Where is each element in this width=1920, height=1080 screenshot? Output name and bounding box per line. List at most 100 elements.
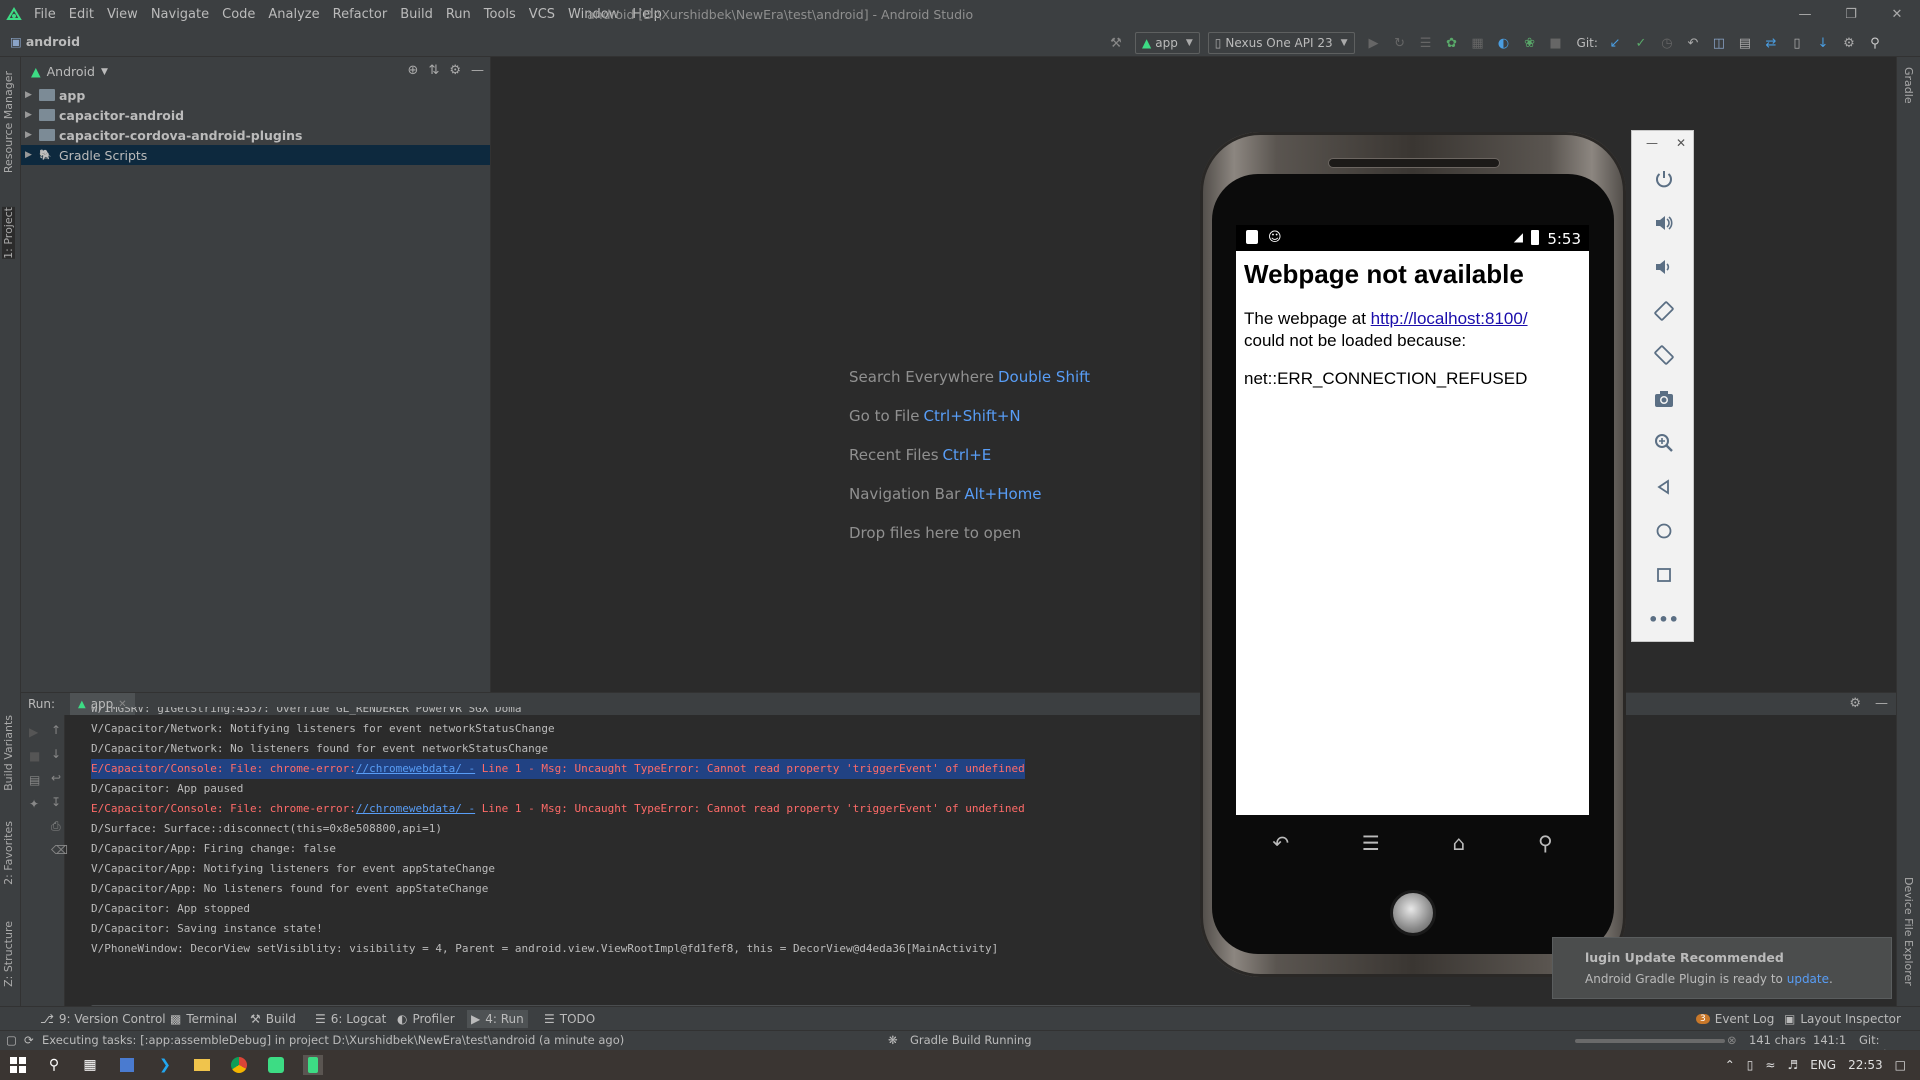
gear-icon[interactable]: ⚙ (449, 63, 461, 78)
close-icon[interactable]: ✕ (1676, 136, 1686, 150)
menu-icon[interactable]: ☰ (1362, 831, 1380, 855)
profile-icon[interactable]: ◐ (1493, 32, 1515, 54)
clock[interactable]: 22:53 (1848, 1058, 1883, 1072)
log-file-link[interactable]: //chromewebdata/ - (356, 802, 475, 815)
git-commit-icon[interactable]: ✓ (1630, 32, 1652, 54)
menu-analyze[interactable]: Analyze (268, 0, 319, 29)
debug-icon[interactable]: ✿ (1441, 32, 1463, 54)
tab-project[interactable]: 1: Project (2, 207, 15, 259)
rotate-left-icon[interactable] (1632, 289, 1695, 333)
menu-view[interactable]: View (107, 0, 138, 29)
menu-tools[interactable]: Tools (484, 0, 516, 29)
settings-icon[interactable]: ⚙ (1838, 32, 1860, 54)
task-view-icon[interactable]: ▦ (80, 1055, 100, 1075)
project-structure-icon[interactable]: ◫ (1708, 32, 1730, 54)
tree-item[interactable]: ▶ 🐘 Gradle Scripts (21, 145, 490, 165)
git-update-icon[interactable]: ↙ (1604, 32, 1626, 54)
print-icon[interactable]: ⎙ (51, 819, 61, 834)
minimize-icon[interactable]: — (1782, 0, 1828, 29)
scroll-to-end-icon[interactable]: ↧ (51, 795, 61, 809)
rerun-icon[interactable]: ▶ (29, 725, 38, 739)
tab-resource-manager[interactable]: Resource Manager (2, 71, 15, 173)
soft-wrap-icon[interactable]: ↩ (51, 771, 61, 785)
hide-icon[interactable]: — (471, 63, 484, 78)
tab-build[interactable]: ⚒ Build (246, 1010, 300, 1028)
emulator-icon[interactable] (303, 1055, 323, 1075)
wifi-icon[interactable]: ≈ (1765, 1058, 1775, 1072)
tree-item[interactable]: ▶ capacitor-cordova-android-plugins (21, 125, 490, 145)
trackball-button[interactable] (1390, 890, 1436, 936)
tab-profiler[interactable]: ◐ Profiler (393, 1010, 459, 1028)
overview-icon[interactable] (1632, 553, 1695, 597)
history-icon[interactable]: ◷ (1656, 32, 1678, 54)
search-icon[interactable]: ⚲ (1538, 831, 1553, 855)
chevron-up-icon[interactable]: ⌃ (1725, 1058, 1735, 1072)
menu-run[interactable]: Run (446, 0, 471, 29)
tab-todo[interactable]: ☰ TODO (540, 1010, 599, 1028)
file-explorer-icon[interactable] (192, 1055, 212, 1075)
search-icon[interactable]: ⚲ (1864, 32, 1886, 54)
cancel-icon[interactable]: ⊗ (1727, 1033, 1737, 1047)
menu-build[interactable]: Build (400, 0, 433, 29)
menu-navigate[interactable]: Navigate (151, 0, 209, 29)
tab-favorites[interactable]: 2: Favorites (2, 821, 15, 885)
minimize-icon[interactable]: — (1646, 136, 1658, 150)
back-icon[interactable] (1632, 465, 1695, 509)
layout-icon[interactable]: ▤ (1734, 32, 1756, 54)
webview-error-page[interactable]: Webpage not available The webpage at htt… (1236, 251, 1589, 815)
back-icon[interactable]: ↶ (1272, 831, 1289, 855)
home-icon[interactable]: ⌂ (1453, 831, 1466, 855)
language-indicator[interactable]: ENG (1810, 1058, 1836, 1072)
tab-structure[interactable]: Z: Structure (2, 921, 15, 987)
volume-down-icon[interactable] (1632, 245, 1695, 289)
plugin-update-notification[interactable]: lugin Update Recommended Android Gradle … (1552, 937, 1892, 999)
caret-position[interactable]: 141:1 (1813, 1033, 1846, 1047)
tab-terminal[interactable]: ▩ Terminal (166, 1010, 241, 1028)
tab-logcat[interactable]: ☰ 6: Logcat (311, 1010, 390, 1028)
vscode-icon[interactable]: ❯ (155, 1055, 175, 1075)
calendar-app-icon[interactable] (117, 1055, 137, 1075)
menu-edit[interactable]: Edit (69, 0, 94, 29)
expand-arrow-icon[interactable]: ▶ (25, 110, 39, 120)
tab-event-log[interactable]: 3 Event Log (1692, 1010, 1778, 1028)
down-arrow-icon[interactable]: ↓ (51, 747, 61, 761)
breadcrumb[interactable]: ▣ android (10, 34, 80, 49)
stop-icon[interactable]: ■ (29, 749, 40, 763)
menu-refactor[interactable]: Refactor (333, 0, 388, 29)
apply-changes-icon[interactable]: ↻ (1389, 32, 1411, 54)
tab-build-variants[interactable]: Build Variants (2, 715, 15, 791)
camera-icon[interactable] (1632, 377, 1695, 421)
coverage-icon[interactable]: ▦ (1467, 32, 1489, 54)
zoom-icon[interactable] (1632, 421, 1695, 465)
menu-code[interactable]: Code (222, 0, 255, 29)
tab-gradle[interactable]: Gradle (1902, 67, 1915, 104)
collapse-all-icon[interactable]: ⇅ (428, 63, 439, 78)
attach-debugger-icon[interactable]: ❀ (1519, 32, 1541, 54)
volume-up-icon[interactable] (1632, 201, 1695, 245)
sdk-manager-icon[interactable]: ↓ (1812, 32, 1834, 54)
expand-arrow-icon[interactable]: ▶ (25, 150, 39, 160)
restore-icon[interactable]: ❐ (1828, 0, 1874, 29)
hammer-icon[interactable]: ⚒ (1105, 32, 1127, 54)
apply-code-icon[interactable]: ☰ (1415, 32, 1437, 54)
tab-version-control[interactable]: ⎇ 9: Version Control (36, 1010, 170, 1028)
more-icon[interactable]: ••• (1632, 597, 1695, 641)
error-url-link[interactable]: http://localhost:8100/ (1371, 309, 1528, 328)
notifications-icon[interactable]: □ (1895, 1058, 1906, 1072)
android-studio-icon[interactable] (266, 1055, 286, 1075)
rotate-right-icon[interactable] (1632, 333, 1695, 377)
search-icon[interactable]: ⚲ (44, 1055, 64, 1075)
chrome-icon[interactable] (229, 1055, 249, 1075)
status-message[interactable]: Executing tasks: [:app:assembleDebug] in… (42, 1033, 624, 1047)
avd-manager-icon[interactable]: ▯ (1786, 32, 1808, 54)
tree-item[interactable]: ▶ capacitor-android (21, 105, 490, 125)
close-icon[interactable]: ✕ (1874, 0, 1920, 29)
trash-icon[interactable]: ⌫ (51, 843, 68, 857)
rollback-icon[interactable]: ↶ (1682, 32, 1704, 54)
stop-icon[interactable]: ■ (1545, 32, 1567, 54)
volume-icon[interactable]: ♬ (1787, 1058, 1798, 1072)
run-config-select[interactable]: ▲ app ▼ (1135, 32, 1200, 54)
pin-icon[interactable]: ✦ (29, 797, 39, 811)
gradle-status[interactable]: Gradle Build Running (910, 1033, 1032, 1047)
home-icon[interactable] (1632, 509, 1695, 553)
